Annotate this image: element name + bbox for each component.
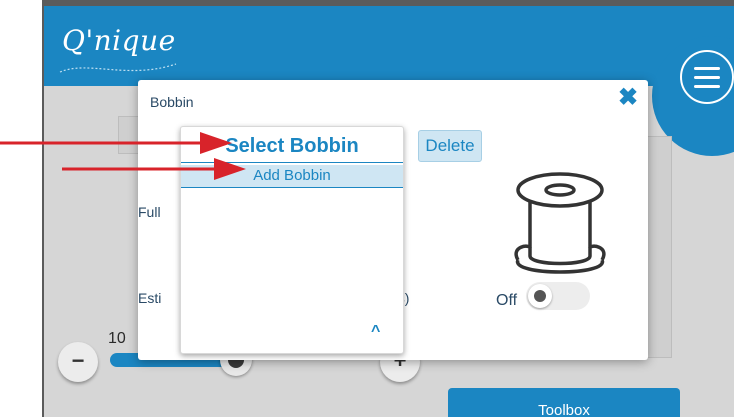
bobbin-spool-icon <box>514 172 606 274</box>
dialog-title: Bobbin <box>150 94 194 110</box>
red-arrow-icon <box>0 132 232 154</box>
logo-swoosh-icon <box>59 63 177 73</box>
menu-line-icon <box>694 67 720 70</box>
toolbox-button[interactable]: Toolbox <box>448 388 680 417</box>
minus-button[interactable]: − <box>58 342 98 382</box>
menu-line-icon <box>694 76 720 79</box>
app-screen: Q'nique 10 − + Toolbox Bobbin ✖ Delete F… <box>44 6 734 417</box>
bobbin-toggle-switch[interactable] <box>526 282 590 310</box>
toggle-label: Off <box>496 292 518 309</box>
full-label: Full <box>138 204 161 220</box>
app-logo: Q'nique <box>62 24 176 57</box>
delete-button[interactable]: Delete <box>418 130 482 162</box>
menu-line-icon <box>694 85 720 88</box>
toggle-knob <box>528 284 552 308</box>
header-bar: Q'nique <box>44 6 734 86</box>
slider-value-label: 10 <box>108 330 126 347</box>
red-arrow-icon <box>62 158 246 180</box>
close-x-icon[interactable]: ✖ <box>618 86 638 110</box>
chevron-up-icon[interactable]: ^ <box>371 323 380 341</box>
estimate-label: Esti <box>138 290 162 306</box>
hamburger-menu-button[interactable] <box>680 50 734 104</box>
